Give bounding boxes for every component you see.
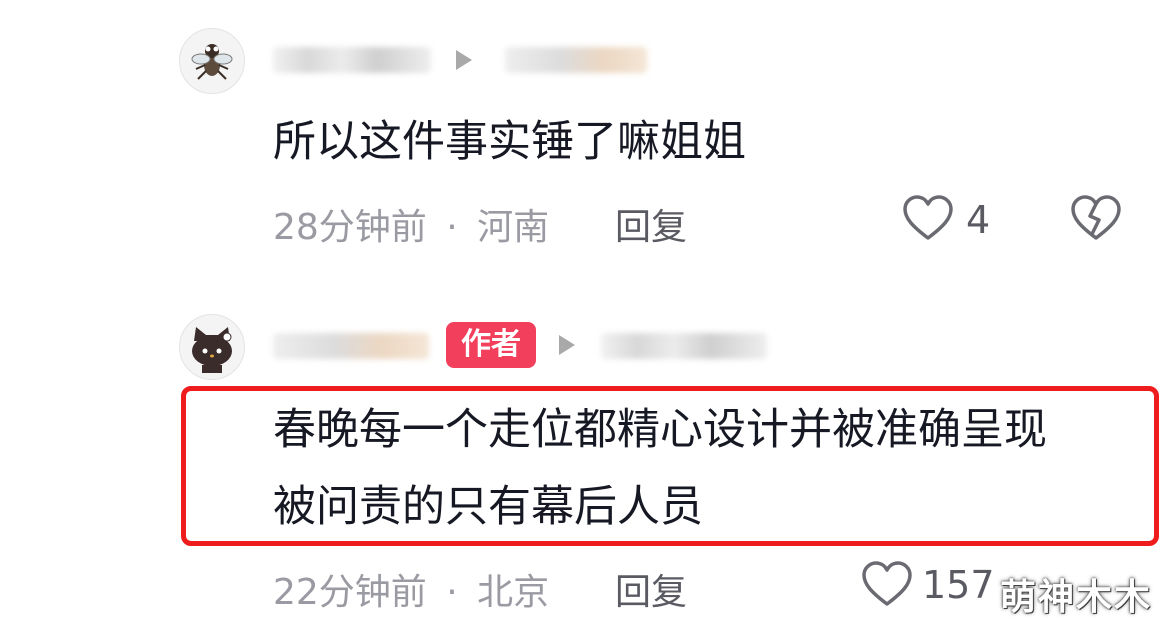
heart-outline-icon[interactable] — [861, 560, 913, 608]
username-blurred[interactable] — [273, 333, 429, 359]
heart-outline-icon[interactable] — [902, 194, 954, 242]
comment-location: 河南 — [477, 207, 550, 248]
meta-separator: · — [446, 207, 458, 248]
like-count: 157 — [922, 563, 995, 607]
comment-meta: 22分钟前 · 北京 — [273, 563, 549, 615]
comment-location: 北京 — [477, 572, 550, 613]
broken-heart-icon[interactable] — [1070, 194, 1122, 242]
meta-separator: · — [446, 572, 458, 613]
comment-text-line-2: 被问责的只有幕后人员 — [273, 482, 703, 532]
watermark: 萌神木木 — [1000, 577, 1153, 618]
fly-avatar-icon — [191, 44, 233, 80]
like-count: 4 — [966, 198, 991, 242]
comment-text: 所以这件事实锤了嘛姐姐 — [273, 117, 746, 167]
kitty-avatar-icon — [192, 327, 232, 373]
reply-to-username-blurred[interactable] — [505, 47, 647, 73]
comment-time: 28分钟前 — [273, 207, 427, 248]
comment-time: 22分钟前 — [273, 572, 427, 613]
reply-to-username-blurred[interactable] — [601, 333, 767, 359]
play-arrow-icon — [456, 50, 472, 70]
username-blurred[interactable] — [273, 47, 431, 73]
reply-button[interactable]: 回复 — [615, 563, 687, 615]
author-badge: 作者 — [446, 322, 536, 368]
play-arrow-icon — [559, 335, 575, 355]
reply-button[interactable]: 回复 — [615, 198, 687, 250]
avatar[interactable] — [179, 28, 245, 94]
avatar[interactable] — [179, 314, 245, 380]
comment-meta: 28分钟前 · 河南 — [273, 198, 549, 250]
comment-text-line-1: 春晚每一个走位都精心设计并被准确呈现 — [273, 405, 1047, 455]
